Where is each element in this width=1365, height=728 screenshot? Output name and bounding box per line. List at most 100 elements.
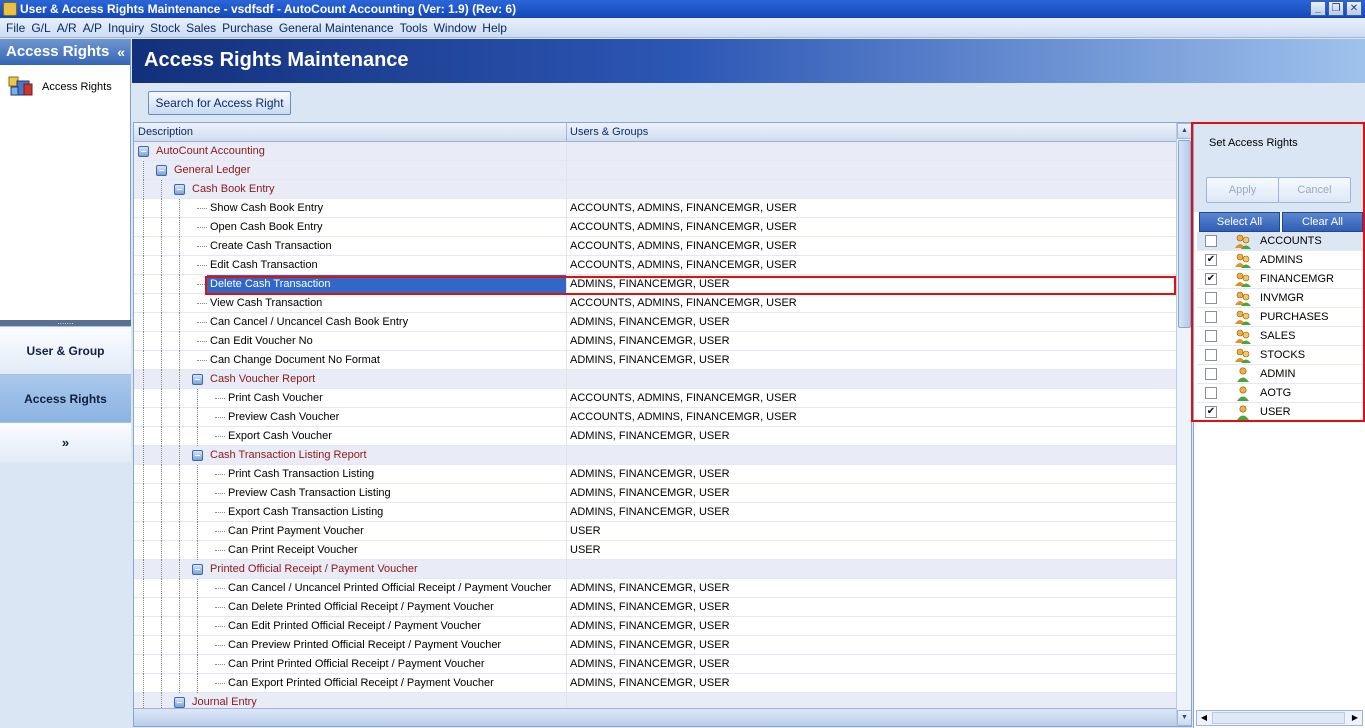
tree-row[interactable]: Can Preview Printed Official Receipt / P…	[134, 636, 1176, 655]
apply-button[interactable]: Apply	[1206, 177, 1279, 203]
user-group-item[interactable]: PURCHASES	[1197, 308, 1365, 327]
vertical-scrollbar[interactable]: ▲ ▼	[1176, 123, 1191, 726]
tree-row[interactable]: Can Edit Printed Official Receipt / Paym…	[134, 617, 1176, 636]
select-all-button[interactable]: Select All	[1199, 212, 1280, 232]
collapse-icon[interactable]: «	[117, 39, 125, 65]
menu-a-p[interactable]: A/P	[80, 21, 105, 35]
access-rights-nav-label: Access Rights	[42, 81, 112, 93]
menu-tools[interactable]: Tools	[397, 21, 431, 35]
cancel-button[interactable]: Cancel	[1278, 177, 1351, 203]
tree-row[interactable]: Export Cash Voucher ADMINS, FINANCEMGR, U…	[134, 427, 1176, 446]
tree-row[interactable]: Can Change Document No Format ADMINS, FIN…	[134, 351, 1176, 370]
user-group-item[interactable]: ✔ FINANCEMGR	[1197, 270, 1365, 289]
tree-row[interactable]: Create Cash Transaction ACCOUNTS, ADMINS,…	[134, 237, 1176, 256]
tree-row[interactable]: Preview Cash Voucher ACCOUNTS, ADMINS, FI…	[134, 408, 1176, 427]
scroll-right-icon[interactable]: ▶	[1348, 711, 1362, 725]
menu-file[interactable]: File	[3, 21, 28, 35]
tree-row[interactable]: Export Cash Transaction Listing ADMINS, F…	[134, 503, 1176, 522]
menu-stock[interactable]: Stock	[147, 21, 183, 35]
column-header-description[interactable]: Description	[138, 126, 193, 138]
horizontal-scroll-thumb[interactable]	[1212, 712, 1345, 724]
checkbox[interactable]	[1205, 349, 1217, 361]
tree-row-description: Edit Cash Transaction	[210, 259, 318, 271]
tree-row[interactable]: Can Delete Printed Official Receipt / Pa…	[134, 598, 1176, 617]
user-group-item[interactable]: AOTG	[1197, 384, 1365, 403]
chevron-double-right-icon: »	[61, 435, 70, 450]
tree-group-row[interactable]: Cash Book Entry	[134, 180, 1176, 199]
user-group-item[interactable]: ✔ ADMINS	[1197, 251, 1365, 270]
nav-access-rights[interactable]: Access Rights	[0, 374, 131, 422]
scroll-left-icon[interactable]: ◀	[1197, 711, 1211, 725]
tree-row[interactable]: Print Cash Transaction Listing ADMINS, FI…	[134, 465, 1176, 484]
tree-row[interactable]: Can Print Payment Voucher USER	[134, 522, 1176, 541]
checkbox[interactable]: ✔	[1205, 254, 1217, 266]
menu-sales[interactable]: Sales	[183, 21, 219, 35]
checkbox[interactable]: ✔	[1205, 406, 1217, 418]
scroll-thumb[interactable]	[1178, 140, 1191, 328]
user-group-name: INVMGR	[1260, 292, 1304, 304]
user-group-item[interactable]: STOCKS	[1197, 346, 1365, 365]
tree-row-users: ACCOUNTS, ADMINS, FINANCEMGR, USER	[570, 240, 797, 252]
checkbox[interactable]	[1205, 311, 1217, 323]
close-button[interactable]: ✕	[1346, 1, 1362, 16]
tree-row-users: ACCOUNTS, ADMINS, FINANCEMGR, USER	[570, 392, 797, 404]
menu-purchase[interactable]: Purchase	[219, 21, 276, 35]
user-group-item[interactable]: ADMIN	[1197, 365, 1365, 384]
tree-row[interactable]: View Cash Transaction ACCOUNTS, ADMINS, F…	[134, 294, 1176, 313]
menu-inquiry[interactable]: Inquiry	[105, 21, 147, 35]
tree-row-description: Cash Transaction Listing Report	[210, 449, 367, 461]
collapse-node-icon[interactable]	[174, 184, 185, 195]
collapse-node-icon[interactable]	[138, 146, 149, 157]
tree-row[interactable]: Can Edit Voucher No ADMINS, FINANCEMGR, U…	[134, 332, 1176, 351]
tree-row[interactable]: Can Cancel / Uncancel Printed Official R…	[134, 579, 1176, 598]
tree-row[interactable]: Show Cash Book Entry ACCOUNTS, ADMINS, FI…	[134, 199, 1176, 218]
menu-general-maintenance[interactable]: General Maintenance	[276, 21, 397, 35]
tree-row[interactable]: Print Cash Voucher ACCOUNTS, ADMINS, FINA…	[134, 389, 1176, 408]
menu-window[interactable]: Window	[431, 21, 480, 35]
tree-group-row[interactable]: Cash Transaction Listing Report	[134, 446, 1176, 465]
horizontal-scrollbar[interactable]: ◀ ▶	[1196, 710, 1363, 726]
nav-user-group[interactable]: User & Group	[0, 326, 131, 374]
window-title: User & Access Rights Maintenance - vsdfs…	[20, 2, 517, 16]
tree-row[interactable]: Preview Cash Transaction Listing ADMINS, …	[134, 484, 1176, 503]
tree-row[interactable]: Can Print Printed Official Receipt / Pay…	[134, 655, 1176, 674]
search-access-right-button[interactable]: Search for Access Right	[148, 91, 291, 115]
tree-row[interactable]: Can Export Printed Official Receipt / Pa…	[134, 674, 1176, 693]
tree-row[interactable]: Open Cash Book Entry ACCOUNTS, ADMINS, FI…	[134, 218, 1176, 237]
clear-all-button[interactable]: Clear All	[1282, 212, 1363, 232]
checkbox[interactable]	[1205, 235, 1217, 247]
checkbox[interactable]	[1205, 368, 1217, 380]
menu-help[interactable]: Help	[479, 21, 510, 35]
user-group-item[interactable]: ✔ USER	[1197, 403, 1365, 422]
collapse-node-icon[interactable]	[192, 450, 203, 461]
user-group-item[interactable]: INVMGR	[1197, 289, 1365, 308]
user-group-item[interactable]: ACCOUNTS	[1197, 232, 1365, 251]
tree-group-row[interactable]: General Ledger	[134, 161, 1176, 180]
tree-group-row[interactable]: Cash Voucher Report	[134, 370, 1176, 389]
minimize-button[interactable]: _	[1310, 1, 1326, 16]
restore-button[interactable]: ❐	[1328, 1, 1344, 16]
tree-group-row[interactable]: AutoCount Accounting	[134, 142, 1176, 161]
tree-row[interactable]: Edit Cash Transaction ACCOUNTS, ADMINS, F…	[134, 256, 1176, 275]
checkbox[interactable]: ✔	[1205, 273, 1217, 285]
tree-group-row[interactable]: Printed Official Receipt / Payment Vouch…	[134, 560, 1176, 579]
menu-a-r[interactable]: A/R	[54, 21, 80, 35]
tree-row[interactable]: Can Print Receipt Voucher USER	[134, 541, 1176, 560]
menu-g-l[interactable]: G/L	[28, 21, 53, 35]
access-rights-tree-grid: Description Users & Groups AutoCount Acc…	[133, 122, 1192, 727]
scroll-down-icon[interactable]: ▼	[1177, 710, 1191, 726]
checkbox[interactable]	[1205, 330, 1217, 342]
collapse-node-icon[interactable]	[192, 374, 203, 385]
access-rights-nav-item[interactable]: Access Rights	[0, 65, 130, 101]
tree-row[interactable]: Can Cancel / Uncancel Cash Book Entry ADM…	[134, 313, 1176, 332]
checkbox[interactable]	[1205, 387, 1217, 399]
checkbox[interactable]	[1205, 292, 1217, 304]
scroll-up-icon[interactable]: ▲	[1177, 123, 1191, 139]
nav-more-button[interactable]: »	[0, 422, 131, 462]
collapse-node-icon[interactable]	[192, 564, 203, 575]
user-group-item[interactable]: SALES	[1197, 327, 1365, 346]
collapse-node-icon[interactable]	[174, 697, 185, 708]
user-group-name: ADMINS	[1260, 254, 1303, 266]
column-header-users-groups[interactable]: Users & Groups	[570, 126, 648, 138]
collapse-node-icon[interactable]	[156, 165, 167, 176]
